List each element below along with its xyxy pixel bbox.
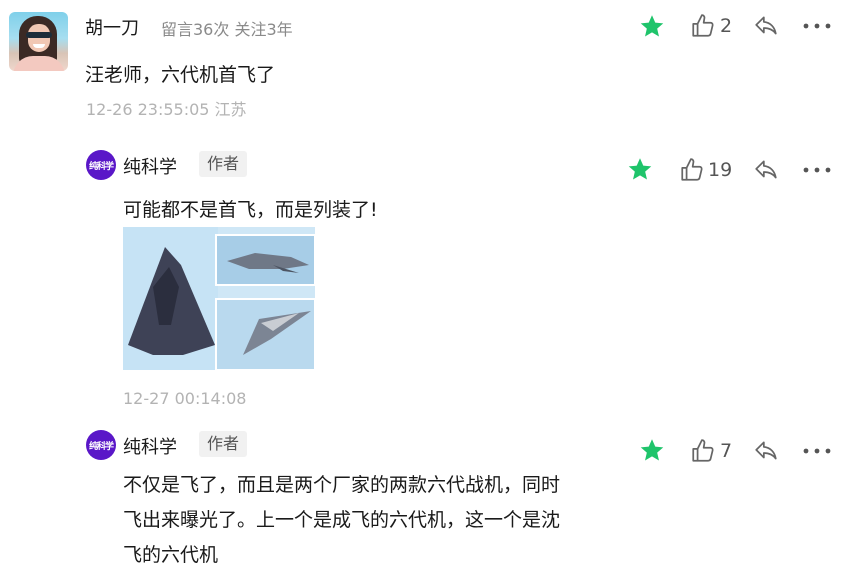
star-icon[interactable] xyxy=(638,13,666,40)
like-count: 7 xyxy=(720,440,733,462)
comment-text-line: 飞出来曝光了。上一个是成飞的六代机，这一个是沈 xyxy=(123,509,561,531)
reply-icon[interactable] xyxy=(752,438,780,464)
more-icon[interactable] xyxy=(802,166,832,174)
author-badge: 作者 xyxy=(199,431,248,457)
comment-text-line: 飞的六代机 xyxy=(123,544,219,566)
comment-text: 不仅是飞了，而且是两个厂家的两款六代战机，同时 飞出来曝光了。上一个是成飞的六代… xyxy=(123,468,623,573)
comment-time: 12-26 23:55:05 江苏 xyxy=(86,100,247,119)
avatar[interactable]: 纯科学 xyxy=(86,150,116,180)
user-meta: 留言36次 关注3年 xyxy=(161,20,293,39)
author-badge: 作者 xyxy=(199,151,248,177)
thumbs-up-icon[interactable] xyxy=(690,13,716,39)
like-count: 2 xyxy=(720,15,733,37)
more-icon[interactable] xyxy=(802,447,832,455)
comment-username[interactable]: 纯科学 xyxy=(123,153,177,179)
star-icon[interactable] xyxy=(638,437,666,464)
comment-username[interactable]: 胡一刀 xyxy=(85,14,139,40)
comment-time: 12-27 00:14:08 xyxy=(123,389,247,408)
thumbs-up-icon[interactable] xyxy=(679,157,705,183)
comment-text: 可能都不是首飞，而是列装了! xyxy=(123,199,378,221)
like-count: 19 xyxy=(708,159,733,181)
thumbs-up-icon[interactable] xyxy=(690,438,716,464)
reply-icon[interactable] xyxy=(752,13,780,39)
comment-text: 汪老师，六代机首飞了 xyxy=(85,64,276,86)
comment-image[interactable] xyxy=(123,227,315,370)
more-icon[interactable] xyxy=(802,22,832,30)
avatar[interactable]: 纯科学 xyxy=(86,430,116,460)
star-icon[interactable] xyxy=(626,156,654,183)
comment-text-line: 不仅是飞了，而且是两个厂家的两款六代战机，同时 xyxy=(123,474,561,496)
avatar[interactable] xyxy=(9,12,68,71)
comment-username[interactable]: 纯科学 xyxy=(123,433,177,459)
reply-icon[interactable] xyxy=(752,157,780,183)
